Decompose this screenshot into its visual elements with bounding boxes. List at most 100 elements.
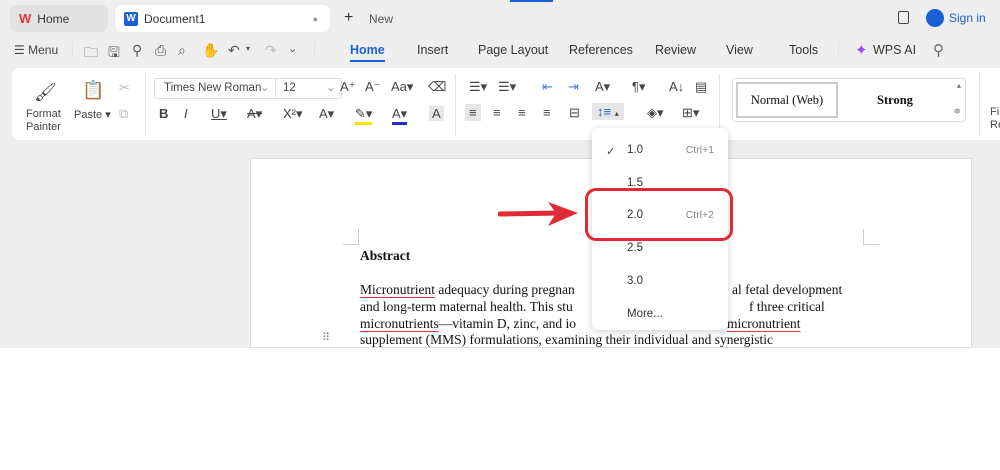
sort-icon[interactable]: A↓ bbox=[669, 79, 684, 94]
check-icon: ✓ bbox=[606, 146, 616, 158]
misspelled-word[interactable]: micronutrients bbox=[360, 316, 439, 331]
tab-label: Document1 bbox=[144, 11, 206, 26]
text-run: adequacy during pregnan bbox=[434, 282, 575, 297]
tab-insert[interactable]: Insert bbox=[417, 43, 448, 57]
highlight-icon[interactable]: ✎▾ bbox=[355, 106, 373, 125]
more-styles-icon[interactable]: ≑ bbox=[953, 106, 961, 117]
text-spacing-icon[interactable]: A▾ bbox=[595, 79, 610, 95]
decrease-indent-icon[interactable]: ⇤ bbox=[542, 79, 553, 95]
tab-review[interactable]: Review bbox=[655, 43, 696, 57]
open-folder-icon[interactable]: 🗀 bbox=[84, 42, 98, 66]
user-avatar-icon[interactable] bbox=[926, 9, 944, 27]
home-ribbon: 🖌 Format Painter 📋 Paste ▾ ✂ ⧉ Times New … bbox=[12, 68, 1000, 140]
justify-icon[interactable]: ≡ bbox=[543, 105, 551, 120]
table-grid-icon[interactable]: ▤ bbox=[695, 79, 707, 95]
tab-home[interactable]: W Home bbox=[10, 5, 108, 32]
option-value: 2.5 bbox=[627, 242, 643, 254]
hand-tool-icon[interactable]: ✋ bbox=[202, 42, 219, 59]
paragraph-mark-icon[interactable]: ¶▾ bbox=[632, 79, 646, 95]
superscript-icon[interactable]: X²▾ bbox=[283, 106, 303, 122]
chevron-down-icon: ⌄ bbox=[260, 82, 270, 94]
scroll-up-icon[interactable]: ▴ bbox=[957, 81, 961, 90]
bold-icon[interactable]: B bbox=[159, 106, 168, 121]
arrow-shaft bbox=[498, 210, 563, 217]
margin-corner-mark bbox=[343, 229, 359, 245]
label: Paste bbox=[74, 109, 103, 121]
distributed-icon[interactable]: ⊟ bbox=[569, 105, 580, 121]
font-family-select[interactable]: Times New Roman ⌄ 12 ⌄ bbox=[154, 78, 342, 99]
clear-format-eraser-icon[interactable]: ⌫ bbox=[428, 79, 446, 95]
option-value: More... bbox=[627, 308, 663, 320]
style-normal-web[interactable]: Normal (Web) bbox=[736, 82, 838, 118]
format-painter-button[interactable]: Format Painter bbox=[26, 108, 61, 134]
tab-document1[interactable]: W Document1 ● bbox=[115, 5, 330, 32]
wps-ai-button[interactable]: WPS AI bbox=[873, 43, 916, 57]
tab-references[interactable]: References bbox=[569, 43, 633, 57]
tab-home-ribbon[interactable]: Home bbox=[350, 43, 385, 62]
tab-page-layout[interactable]: Page Layout bbox=[478, 43, 548, 57]
option-value: 1.0 bbox=[627, 144, 643, 156]
search-icon[interactable]: ⚲ bbox=[933, 41, 944, 59]
character-shading-icon[interactable]: A bbox=[429, 106, 444, 121]
line-spacing-button[interactable]: ↕≡ ▴ bbox=[592, 103, 624, 120]
copy-icon[interactable]: ⧉ bbox=[119, 106, 128, 122]
find-replace-button[interactable]: FiRe bbox=[990, 106, 1000, 132]
menu-button[interactable]: ☰ Menu bbox=[14, 43, 58, 57]
chevron-up-icon: ▴ bbox=[614, 109, 619, 118]
font-value: Times New Roman bbox=[164, 82, 262, 94]
drag-indicator bbox=[510, 0, 553, 2]
align-right-icon[interactable]: ≡ bbox=[518, 105, 526, 120]
abstract-heading: Abstract bbox=[360, 248, 411, 263]
line-spacing-3-0[interactable]: 3.0 bbox=[592, 275, 728, 295]
plus-icon[interactable]: + bbox=[344, 9, 353, 27]
tab-view[interactable]: View bbox=[726, 43, 753, 57]
change-case-icon[interactable]: Aa▾ bbox=[391, 79, 413, 95]
redo-icon[interactable]: ↷ bbox=[265, 42, 277, 59]
grow-font-icon[interactable]: A⁺ bbox=[340, 79, 356, 95]
increase-indent-icon[interactable]: ⇥ bbox=[568, 79, 579, 95]
drag-handle-icon[interactable]: ⠿ bbox=[322, 331, 330, 344]
chevron-down-icon[interactable]: ⌄ bbox=[288, 42, 297, 55]
shading-icon[interactable]: ◈▾ bbox=[647, 105, 664, 121]
wps-logo-icon: W bbox=[19, 11, 32, 26]
cut-icon[interactable]: ✂ bbox=[119, 80, 130, 96]
window-restore-icon[interactable] bbox=[898, 11, 909, 24]
undo-icon[interactable]: ↶ bbox=[228, 42, 240, 59]
misspelled-word[interactable]: micronutrient bbox=[727, 316, 800, 332]
line-spacing-more[interactable]: More... bbox=[592, 308, 728, 328]
paste-icon[interactable]: 📋 bbox=[82, 80, 104, 101]
underline-icon[interactable]: U▾ bbox=[211, 106, 227, 122]
sign-in-link[interactable]: Sign in bbox=[949, 11, 986, 25]
wps-writer-window: W Home W Document1 ● + New Sign in ☰ Men… bbox=[0, 0, 1000, 348]
highlight-box-annotation bbox=[585, 188, 733, 241]
print-preview-icon[interactable]: ⌕ bbox=[178, 42, 186, 59]
line-spacing-2-5[interactable]: 2.5 bbox=[592, 242, 728, 262]
font-color-icon[interactable]: A▾ bbox=[392, 106, 408, 125]
strikethrough-icon[interactable]: A▾ bbox=[247, 106, 262, 122]
tab-tools[interactable]: Tools bbox=[789, 43, 818, 57]
red-arrow-annotation bbox=[498, 202, 578, 226]
misspelled-word[interactable]: Micronutrient bbox=[360, 282, 435, 297]
label: Format bbox=[26, 108, 61, 120]
unsaved-dot-icon[interactable]: ● bbox=[313, 14, 318, 24]
text-effect-icon[interactable]: A▾ bbox=[319, 106, 334, 122]
align-center-icon[interactable]: ≡ bbox=[493, 105, 501, 120]
shrink-font-icon[interactable]: A⁻ bbox=[365, 79, 381, 95]
save-icon[interactable]: 🖫 bbox=[108, 42, 120, 66]
borders-icon[interactable]: ⊞▾ bbox=[682, 105, 699, 121]
numbering-icon[interactable]: ☰▾ bbox=[498, 79, 516, 95]
text-run: f three critical bbox=[749, 299, 825, 314]
format-painter-icon[interactable]: 🖌 bbox=[34, 82, 57, 103]
align-left-icon[interactable]: ≡ bbox=[465, 104, 481, 121]
undo-dropdown-icon[interactable]: ▾ bbox=[246, 44, 250, 53]
bullets-icon[interactable]: ☰▾ bbox=[469, 79, 487, 95]
wps-ai-sparkle-icon: ✦ bbox=[855, 42, 868, 59]
share-link-icon[interactable]: ⚲ bbox=[132, 42, 142, 59]
italic-icon[interactable]: I bbox=[184, 106, 188, 121]
paste-button[interactable]: Paste ▾ bbox=[74, 108, 111, 121]
style-strong[interactable]: Strong bbox=[845, 82, 945, 118]
print-icon[interactable]: ⎙ bbox=[155, 42, 166, 59]
line-spacing-1-0[interactable]: ✓ 1.0 Ctrl+1 bbox=[592, 144, 728, 164]
new-tab-button[interactable]: New bbox=[369, 12, 393, 26]
text-run: and long-term maternal health. This stu bbox=[360, 299, 573, 314]
